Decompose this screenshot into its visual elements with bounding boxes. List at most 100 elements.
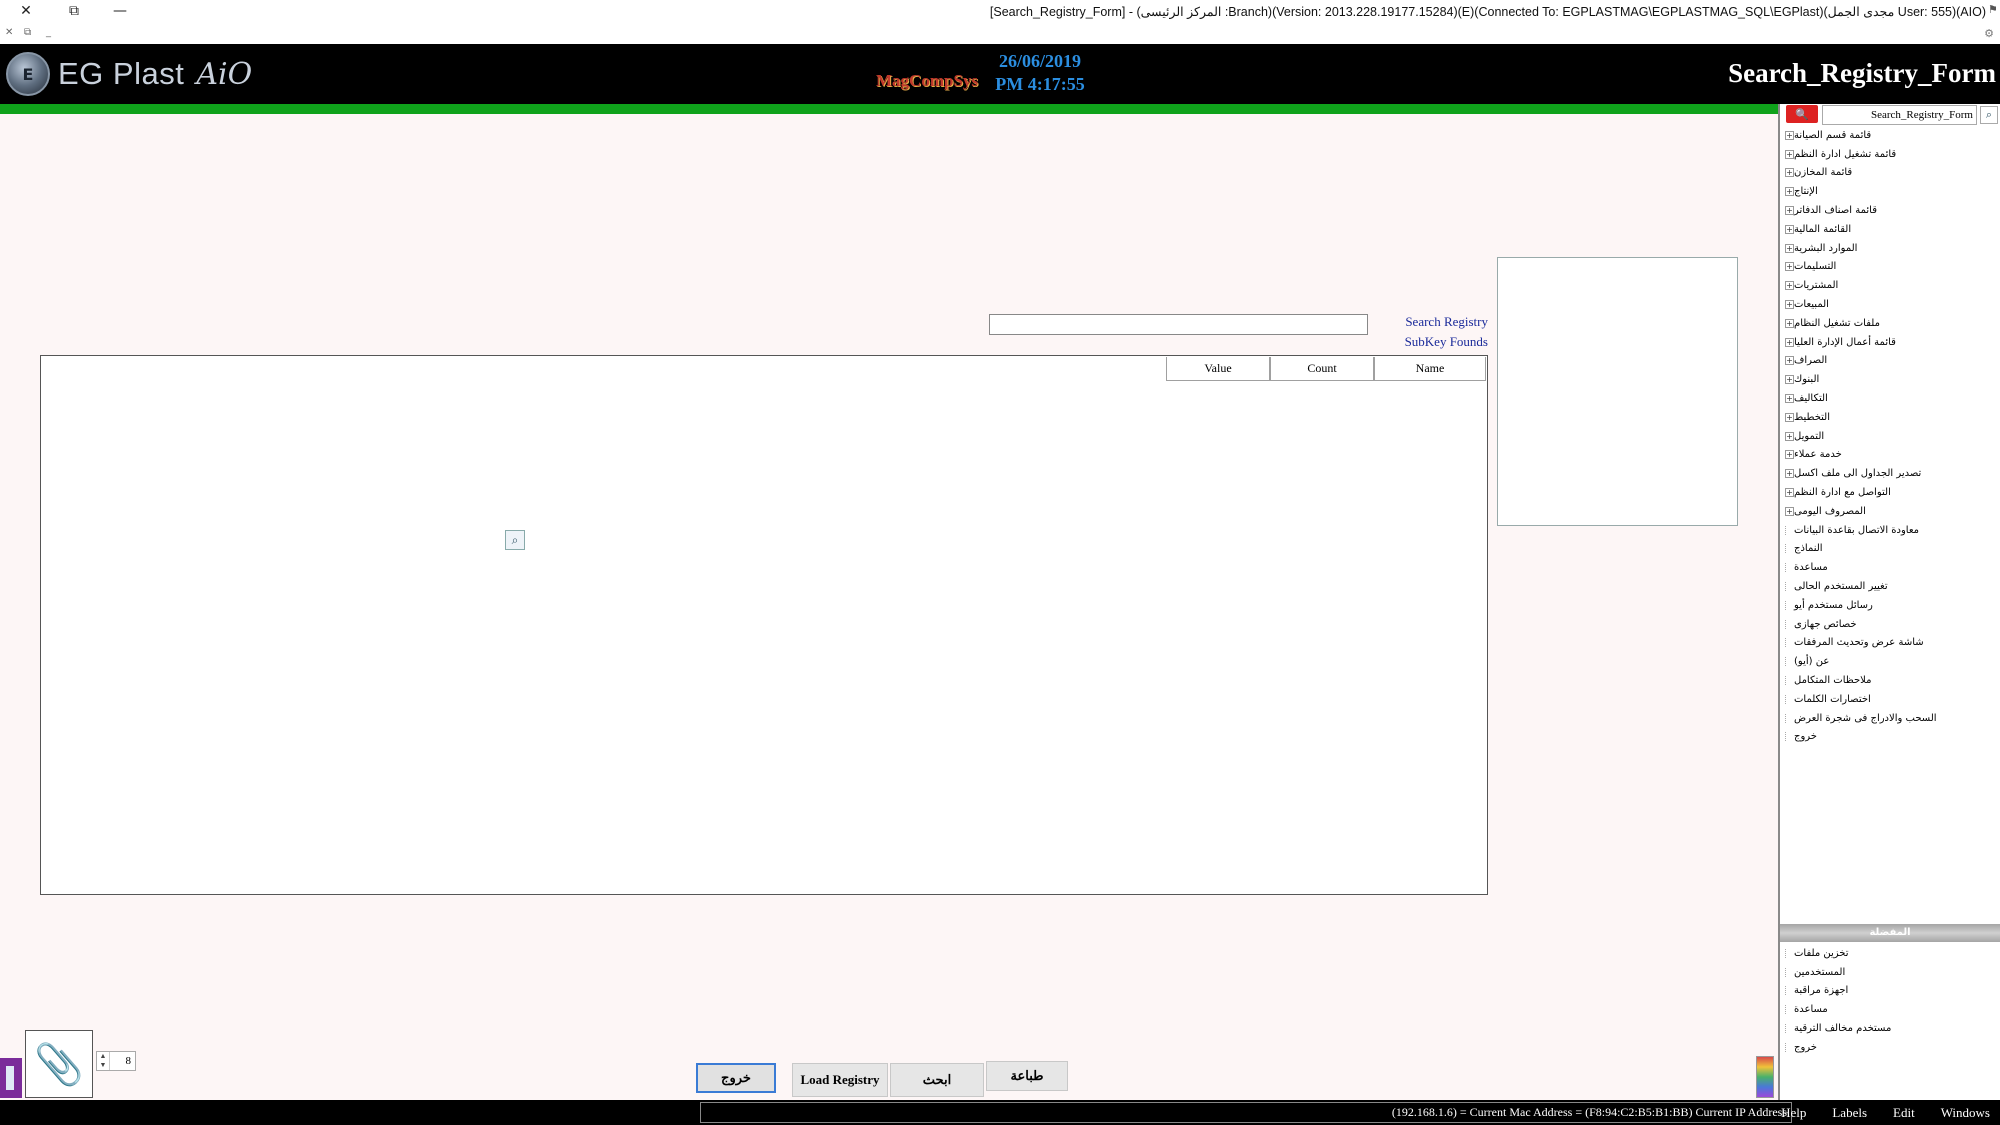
close-window-button[interactable]: ✕ [6,0,46,22]
search-registry-input[interactable] [989,314,1368,335]
mdi-restore-button[interactable]: ⧉ [24,27,31,38]
tree-item[interactable]: خصائص جهازى [1782,615,1992,634]
tree-item[interactable]: النماذج [1782,540,1992,559]
tree-item[interactable]: عن (أيو) [1782,652,1992,671]
tree-item[interactable]: + المشتريات [1782,276,1992,295]
expand-icon[interactable]: + [1785,149,1794,159]
tree-item[interactable]: + التواصل مع ادارة النظم [1782,483,1992,502]
tree-item[interactable]: + التخطيط [1782,408,1992,427]
tree-item[interactable]: رسائل مستخدم أيو [1782,596,1992,615]
expand-icon[interactable]: + [1785,300,1794,310]
menu-labels[interactable]: Labels [1832,1105,1867,1121]
tree-item[interactable]: خروج [1782,728,1992,747]
expand-icon[interactable]: + [1785,130,1794,140]
tree-item[interactable]: + قائمة المخازن [1782,164,1992,183]
expand-icon[interactable]: + [1785,375,1794,385]
expand-icon[interactable]: + [1785,412,1794,422]
gear-icon[interactable]: ⚙ [1984,27,1994,40]
tree-item-label: خصائص جهازى [1794,618,1857,630]
tree-item[interactable]: اختصارات الكلمات [1782,690,1992,709]
tree-item[interactable]: + المبيعات [1782,295,1992,314]
tree-item-label: شاشة عرض وتحديث المرفقات [1794,637,1924,649]
expand-icon[interactable]: + [1785,356,1794,366]
side-toggle-tab[interactable] [0,1058,22,1098]
tree-item[interactable]: + الإنتاج [1782,182,1992,201]
mdi-controls: ✕ ⧉ _ ⚙ [0,24,2000,44]
exit-button[interactable]: خروج [696,1063,776,1093]
tree-item[interactable]: + خدمة عملاء [1782,446,1992,465]
menu-help[interactable]: Help [1781,1105,1806,1121]
tree-item[interactable]: + البنوك [1782,370,1992,389]
favorite-item[interactable]: المستخدمين [1782,963,1992,982]
column-header-count[interactable]: Count [1270,357,1374,381]
tree-item-label: ملفات تشغيل النظام [1794,317,1880,329]
column-header-name[interactable]: Name [1374,357,1486,381]
tree-item[interactable]: تغيير المستخدم الحالى [1782,577,1992,596]
favorite-item[interactable]: خروج [1782,1038,1992,1057]
tree-item[interactable]: + التمويل [1782,427,1992,446]
expand-icon[interactable]: + [1785,337,1794,347]
expand-icon[interactable]: + [1785,187,1794,197]
page-stepper[interactable]: ▲ ▼ 8 [96,1051,136,1071]
favorite-item[interactable]: تخزين ملفات [1782,944,1992,963]
tree-item[interactable]: + الموارد البشرية [1782,239,1992,258]
expand-icon[interactable]: + [1785,168,1794,178]
tree-item[interactable]: + قائمة تشغيل ادارة النظم [1782,145,1992,164]
print-button[interactable]: طباعة [986,1061,1068,1091]
column-header-value[interactable]: Value [1166,357,1270,381]
sidebar-search-button[interactable]: 🔍 [1786,105,1818,123]
tree-item[interactable]: شاشة عرض وتحديث المرفقات [1782,634,1992,653]
favorite-item[interactable]: اجهزة مراقبة [1782,982,1992,1001]
tree-item[interactable]: + قائمة اصناف الدفاتر [1782,201,1992,220]
mdi-minimize-button[interactable]: _ [46,27,51,38]
search-button[interactable]: ابحث [890,1063,984,1097]
expand-icon[interactable]: + [1785,488,1794,498]
expand-icon[interactable]: + [1785,431,1794,441]
tree-item[interactable]: + قائمة قسم الصيانة [1782,126,1992,145]
tree-item[interactable]: معاودة الاتصال بقاعدة البيانات [1782,521,1992,540]
expand-icon[interactable]: + [1785,469,1794,479]
stepper-arrows[interactable]: ▲ ▼ [97,1052,110,1070]
expand-icon[interactable]: + [1785,506,1794,516]
magnifier-icon[interactable]: ⌕ [1980,106,1998,124]
menu-windows[interactable]: Windows [1941,1105,1990,1121]
load-registry-button[interactable]: Load Registry [792,1063,888,1097]
sidebar-search-input[interactable]: Search_Registry_Form [1822,105,1977,125]
expand-icon[interactable]: + [1785,224,1794,234]
tree-item[interactable]: ملاحظات المتكامل [1782,671,1992,690]
chevron-down-icon[interactable]: ▼ [97,1061,109,1070]
expand-icon[interactable]: + [1785,450,1794,460]
tree-item[interactable]: + القائمة المالية [1782,220,1992,239]
tree-item-label: قائمة تشغيل ادارة النظم [1794,148,1897,160]
expand-icon[interactable]: + [1785,281,1794,291]
favorite-item[interactable]: مساعدة [1782,1000,1992,1019]
status-bar: (192.168.1.6) = Current Mac Address = (F… [0,1100,2000,1125]
favorite-item-label: تخزين ملفات [1794,947,1849,959]
tree-line-icon [1785,948,1794,958]
tree-item[interactable]: + التسليمات [1782,258,1992,277]
registry-grid[interactable]: Name Count Value [40,355,1488,895]
expand-icon[interactable]: + [1785,394,1794,404]
tree-item[interactable]: + التكاليف [1782,389,1992,408]
minimize-window-button[interactable]: — [100,0,140,22]
tree-item-label: مساعدة [1794,562,1828,574]
mdi-close-button[interactable]: ✕ [5,27,13,38]
attachment-button[interactable]: 📎 [25,1030,93,1098]
tree-item[interactable]: + قائمة أعمال الإدارة العليا [1782,333,1992,352]
expand-icon[interactable]: + [1785,206,1794,216]
tree-item[interactable]: + المصروف اليومى [1782,502,1992,521]
tree-item[interactable]: + تصدير الجداول الى ملف اكسل [1782,464,1992,483]
tree-item[interactable]: + ملفات تشغيل النظام [1782,314,1992,333]
expand-icon[interactable]: + [1785,262,1794,272]
tree-item[interactable]: السحب والادراج فى شجرة العرض [1782,709,1992,728]
chevron-up-icon[interactable]: ▲ [97,1052,109,1061]
favorite-item[interactable]: مستخدم مخالف الترقية [1782,1019,1992,1038]
menu-edit[interactable]: Edit [1893,1105,1915,1121]
expand-icon[interactable]: + [1785,243,1794,253]
tree-item[interactable]: + الصراف [1782,352,1992,371]
color-palette-icon[interactable] [1756,1056,1774,1098]
expand-icon[interactable]: + [1785,318,1794,328]
tree-item[interactable]: مساعدة [1782,558,1992,577]
restore-window-button[interactable]: ⧉ [54,0,94,22]
zoom-search-button[interactable]: ⌕ [505,530,525,550]
